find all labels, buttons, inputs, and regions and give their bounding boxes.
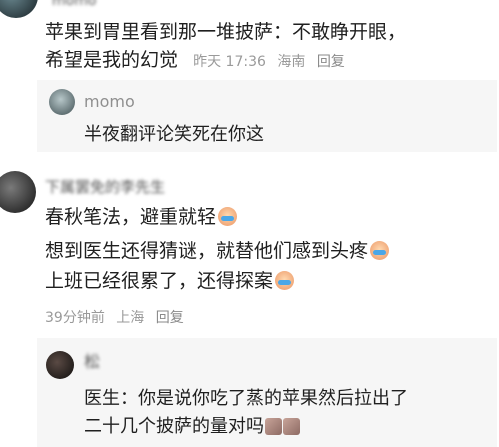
crying-laughing-emoji-icon [218,207,238,226]
comment-text-row: 想到医生还得猜谜，就替他们感到头疼 [45,236,390,266]
comment-text-row: 上班已经很累了，还得探案 [45,266,295,296]
reply-button[interactable]: 回复 [317,54,345,70]
reply-text: 半夜翻评论笑死在你这 [84,124,264,145]
facepalm-emoji-icon [265,418,282,435]
comment-text-line: 上班已经很累了，还得探案 [45,270,274,292]
reply-text-line: 医生：你是说你吃了蒸的苹果然后拉出了 [84,388,408,409]
reply-username[interactable]: momo [84,92,135,111]
facepalm-emoji-icon [283,418,300,435]
crying-laughing-emoji-icon [370,241,390,260]
comment-time: 昨天 17:36 [193,54,266,70]
comment-meta: 39分钟前 上海 回复 [45,307,191,327]
reply-button[interactable]: 回复 [156,310,184,326]
comment-text-line: 春秋笔法，避重就轻 [45,206,217,228]
comment-text-row: 春秋笔法，避重就轻 [45,202,238,232]
comment-location: 上海 [116,310,145,326]
comment-text-row: 希望是我的幻觉 昨天 17:36 海南 回复 [45,45,352,75]
reply-username[interactable]: 松 [84,348,100,372]
comment-username[interactable]: 下属罢免的李先生 [45,176,165,197]
reply-text-row: 二十几个披萨的量对吗 [84,412,300,438]
comment-location: 海南 [277,54,306,70]
comment-text-line: 希望是我的幻觉 [45,49,179,71]
avatar[interactable] [0,171,36,213]
reply-text-line: 二十几个披萨的量对吗 [84,416,264,437]
comment-time: 39分钟前 [45,310,105,326]
avatar[interactable] [46,351,74,379]
comment-meta: 昨天 17:36 海南 回复 [193,54,352,70]
comment-username[interactable]: momo [52,0,96,9]
avatar[interactable] [49,89,75,115]
comment-text-line: 苹果到胃里看到那一堆披萨：不敢睁开眼， [45,21,407,43]
crying-laughing-emoji-icon [275,271,295,290]
comment-text-line: 想到医生还得猜谜，就替他们感到头疼 [45,240,369,262]
avatar[interactable] [0,0,38,18]
